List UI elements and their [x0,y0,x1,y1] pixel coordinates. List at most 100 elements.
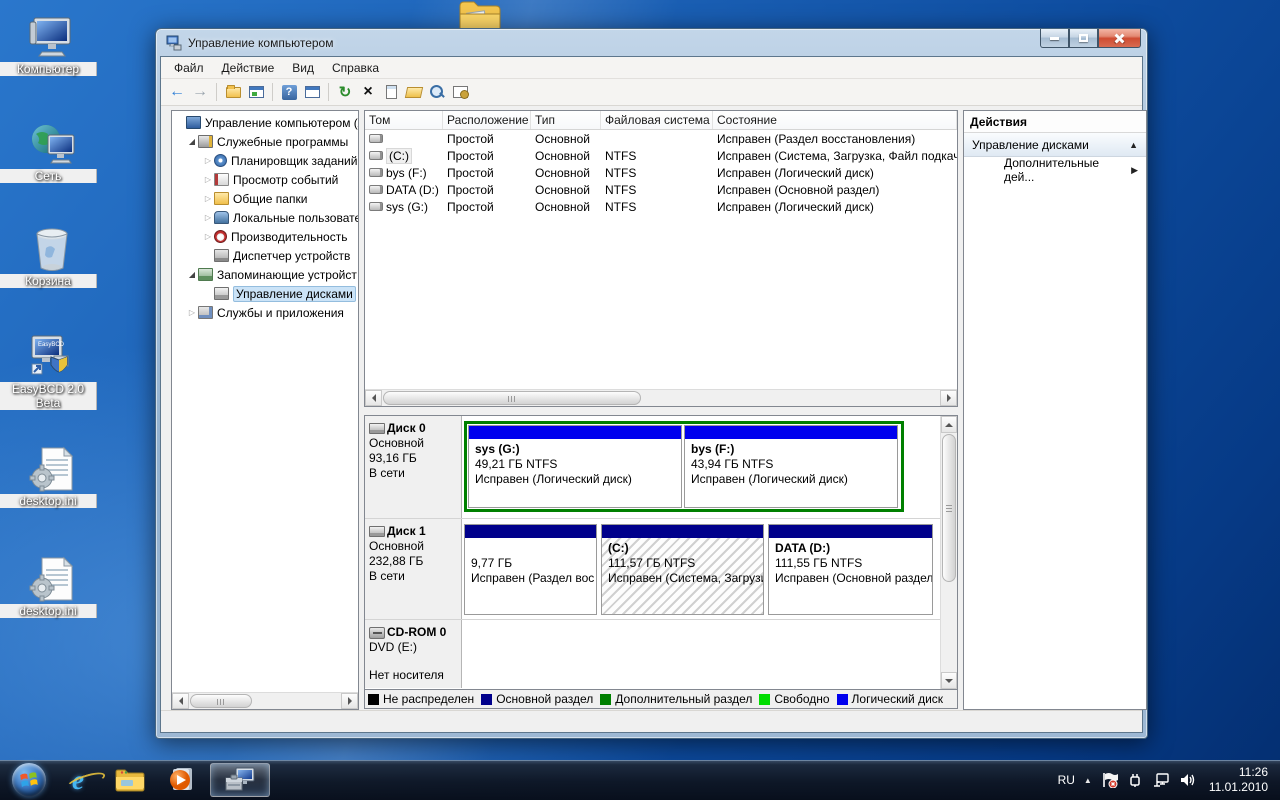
close-button[interactable] [1098,29,1141,48]
expander-icon[interactable]: ▷ [202,232,214,241]
partition-type-bar [769,525,932,538]
tree-item-system-tools[interactable]: ◢ Служебные программы [172,132,358,151]
settings-icon[interactable] [450,82,470,102]
actions-more-actions[interactable]: Дополнительные дей... ▶ [964,157,1146,183]
partition-sys-g[interactable]: sys (G:) 49,21 ГБ NTFS Исправен (Логичес… [468,425,682,508]
expander-icon[interactable]: ▷ [186,308,198,317]
clock[interactable]: 11:26 11.01.2010 [1209,765,1268,795]
desktop-icon-desktop-ini-2[interactable]: desktop.ini [0,556,104,618]
scroll-up-button[interactable] [941,416,957,433]
pane-splitter[interactable] [364,407,958,415]
show-console-tree-icon[interactable] [246,82,266,102]
tree-horizontal-scrollbar[interactable] [172,692,358,709]
tree-item-computer-management[interactable]: Управление компьютером (л [172,113,358,132]
scroll-down-button[interactable] [941,672,957,689]
properties-icon[interactable] [381,82,401,102]
scroll-right-button[interactable] [341,693,358,709]
volume-row[interactable]: (C:) Простой Основной NTFS Исправен (Сис… [365,147,957,164]
desktop-icon-recycle-bin[interactable]: Корзина [0,226,104,288]
taskbar-internet-explorer[interactable]: e [52,760,104,800]
menu-bar: Файл Действие Вид Справка [161,57,1142,79]
desktop-icon-easybcd[interactable]: EasyBCD EasyBCD 2.0 Beta [0,334,104,410]
volume-list-horizontal-scrollbar[interactable] [365,389,957,406]
column-header-volume[interactable]: Том [365,111,443,129]
desktop-icon-computer[interactable]: Компьютер [0,14,104,76]
export-list-icon[interactable] [223,82,243,102]
taskbar-media-player[interactable] [156,760,208,800]
performance-icon [214,230,227,243]
show-actions-pane-icon[interactable] [302,82,322,102]
scroll-thumb[interactable] [190,694,252,708]
tree-item-device-manager[interactable]: Диспетчер устройств [172,246,358,265]
search-icon[interactable] [427,82,447,102]
volume-row[interactable]: sys (G:) Простой Основной NTFS Исправен … [365,198,957,215]
partition-recovery[interactable]: 9,77 ГБ Исправен (Раздел вос [464,524,597,615]
volume-row[interactable]: Простой Основной Исправен (Раздел восста… [365,130,957,147]
action-center-flag-icon[interactable] [1101,772,1118,788]
menu-view[interactable]: Вид [283,58,323,78]
volume-row[interactable]: bys (F:) Простой Основной NTFS Исправен … [365,164,957,181]
expander-icon[interactable]: ◢ [186,270,198,279]
delete-icon[interactable]: × [358,82,378,102]
legend-item-logical: Логический диск [837,692,944,706]
scroll-right-button[interactable] [940,390,957,406]
tree-item-disk-management[interactable]: Управление дисками [172,284,358,303]
desktop-icon-desktop-ini-1[interactable]: desktop.ini [0,446,104,508]
disk1-label[interactable]: Диск 1 Основной 232,88 ГБ В сети [365,519,462,619]
disk-icon [369,526,385,537]
disk-view-vertical-scrollbar[interactable] [940,416,957,689]
column-header-type[interactable]: Тип [531,111,601,129]
scroll-thumb[interactable] [383,391,641,405]
scroll-left-button[interactable] [365,390,382,406]
start-button[interactable] [6,761,52,799]
restore-button[interactable] [1069,29,1098,48]
tree-item-services[interactable]: ▷ Службы и приложения [172,303,358,322]
refresh-icon[interactable]: ↻ [335,82,355,102]
open-folder-icon[interactable] [404,82,424,102]
tree-item-shared-folders[interactable]: ▷ Общие папки [172,189,358,208]
taskbar: e RU ▲ [0,760,1280,800]
tree-item-task-scheduler[interactable]: ▷ Планировщик заданий [172,151,358,170]
network-status-icon[interactable] [1152,772,1170,788]
tree-item-performance[interactable]: ▷ Производительность [172,227,358,246]
taskbar-windows-explorer[interactable] [104,760,156,800]
expander-icon[interactable]: ▷ [202,156,214,165]
disk0-label[interactable]: Диск 0 Основной 93,16 ГБ В сети [365,416,462,518]
help-icon[interactable]: ? [279,82,299,102]
expander-icon[interactable]: ▷ [202,213,214,222]
desktop-icon-label: EasyBCD 2.0 Beta [0,382,97,410]
scroll-thumb[interactable] [942,434,956,582]
volume-icon[interactable] [1179,772,1196,788]
column-header-layout[interactable]: Расположение [443,111,531,129]
column-header-status[interactable]: Состояние [713,111,957,129]
column-header-filesystem[interactable]: Файловая система [601,111,713,129]
taskbar-computer-management-active[interactable] [210,763,270,797]
partition-c[interactable]: (C:) 111,57 ГБ NTFS Исправен (Система, З… [601,524,764,615]
volume-row[interactable]: DATA (D:) Простой Основной NTFS Исправен… [365,181,957,198]
expander-icon[interactable]: ◢ [186,137,198,146]
legend-swatch [368,694,379,705]
scroll-left-button[interactable] [172,693,189,709]
tree-item-storage[interactable]: ◢ Запоминающие устройст [172,265,358,284]
collapse-icon[interactable]: ▲ [1129,140,1138,150]
menu-file[interactable]: Файл [165,58,213,78]
desktop-icon-network[interactable]: Сеть [0,121,104,183]
show-hidden-icons-icon[interactable]: ▲ [1084,776,1092,785]
tree-item-local-users[interactable]: ▷ Локальные пользовате [172,208,358,227]
title-bar[interactable]: Управление компьютером [156,29,1147,56]
language-indicator[interactable]: RU [1058,773,1075,787]
power-plug-icon[interactable] [1127,772,1143,788]
services-icon [198,306,213,319]
menu-action[interactable]: Действие [213,58,284,78]
partition-bys-f[interactable]: bys (F:) 43,94 ГБ NTFS Исправен (Логичес… [684,425,898,508]
partition-data-d[interactable]: DATA (D:) 111,55 ГБ NTFS Исправен (Основ… [768,524,933,615]
actions-section-disk-management[interactable]: Управление дисками ▲ [964,133,1146,157]
expander-icon[interactable]: ▷ [202,175,214,184]
minimize-button[interactable] [1040,29,1069,48]
cdrom-label[interactable]: CD-ROM 0 DVD (E:) Нет носителя [365,620,462,688]
menu-help[interactable]: Справка [323,58,388,78]
expander-icon[interactable]: ▷ [202,194,214,203]
tree-item-event-viewer[interactable]: ▷ Просмотр событий [172,170,358,189]
forward-icon[interactable]: → [190,82,210,102]
back-icon[interactable]: ← [167,82,187,102]
